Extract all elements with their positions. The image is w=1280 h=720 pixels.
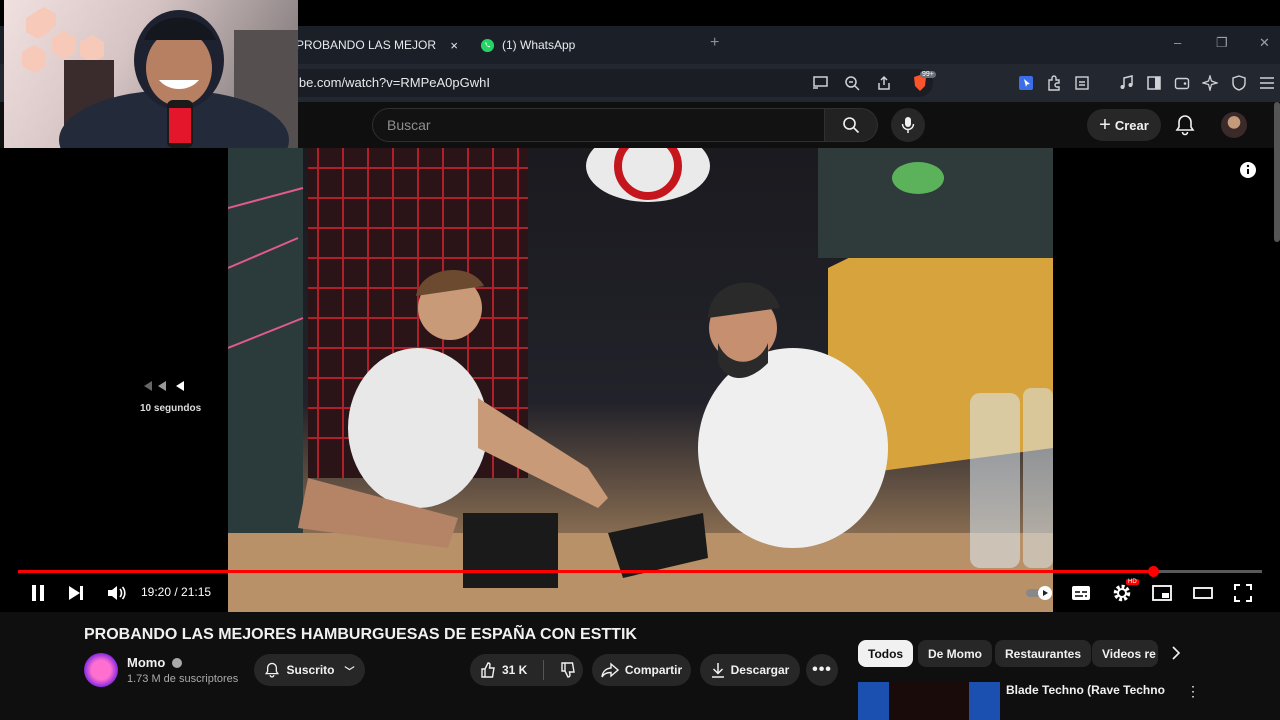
- share-button[interactable]: Compartir: [592, 654, 691, 686]
- url-text[interactable]: tube.com/watch?v=RMPeA0pGwhI: [288, 75, 490, 90]
- download-button[interactable]: Descargar: [700, 654, 800, 686]
- bell-icon: [265, 662, 280, 678]
- seek-handle[interactable]: [1147, 566, 1159, 577]
- skip-label: 10 segundos: [140, 403, 202, 414]
- voice-search-button[interactable]: [891, 108, 925, 142]
- search-input[interactable]: [372, 108, 825, 142]
- next-button[interactable]: [65, 583, 87, 603]
- search-placeholder: Buscar: [387, 117, 431, 133]
- share-page-icon[interactable]: [874, 74, 894, 92]
- close-icon[interactable]: ×: [450, 38, 458, 53]
- subtitles-button[interactable]: [1070, 583, 1092, 603]
- like-count: 31 K: [502, 663, 528, 677]
- subscribed-label: Suscrito: [286, 663, 335, 677]
- fullscreen-button[interactable]: [1232, 583, 1254, 603]
- channel-name-label: Momo: [127, 655, 166, 670]
- extension-cursor-icon[interactable]: [1016, 74, 1036, 92]
- autoplay-toggle[interactable]: [1025, 583, 1055, 603]
- theater-mode-button[interactable]: [1192, 583, 1214, 603]
- dislike-button[interactable]: [560, 662, 576, 678]
- download-label: Descargar: [730, 663, 790, 677]
- search-button[interactable]: [825, 108, 878, 142]
- channel-name[interactable]: Momo: [127, 655, 182, 670]
- tab-youtube[interactable]: PROBANDO LAS MEJORES HA ×: [296, 34, 464, 56]
- miniplayer-icon: [1152, 585, 1172, 601]
- like-dislike-group: 31 K: [470, 654, 583, 686]
- tab-youtube-label: PROBANDO LAS MEJORES HA: [296, 38, 436, 52]
- chip-de-momo[interactable]: De Momo: [918, 640, 992, 667]
- minimize-button[interactable]: –: [1174, 35, 1181, 50]
- new-tab-button[interactable]: +: [710, 34, 719, 52]
- close-window-button[interactable]: ✕: [1259, 35, 1270, 51]
- tab-whatsapp[interactable]: (1) WhatsApp: [480, 34, 680, 56]
- more-vertical-icon[interactable]: ⋮: [1186, 684, 1200, 698]
- plus-icon: +: [1099, 114, 1111, 136]
- sidebar-icon[interactable]: [1144, 74, 1164, 92]
- hd-badge: HD: [1126, 579, 1139, 585]
- microphone-icon: [901, 117, 915, 133]
- subscriber-count: 1.73 M de suscriptores: [127, 673, 239, 685]
- extensions-icon[interactable]: [1044, 74, 1064, 92]
- wallet-icon[interactable]: [1172, 74, 1192, 92]
- webcam-overlay: [4, 0, 298, 148]
- next-icon: [69, 586, 83, 600]
- verified-icon: [171, 658, 182, 668]
- recommendation-thumbnail[interactable]: [858, 682, 1000, 720]
- like-button[interactable]: 31 K: [480, 662, 527, 678]
- restore-button[interactable]: ❐: [1216, 35, 1228, 51]
- share-icon: [601, 662, 619, 678]
- rewind-icon: [142, 380, 186, 392]
- info-icon[interactable]: [1239, 161, 1257, 179]
- thumbs-down-icon: [561, 662, 576, 678]
- chevron-down-icon: ﹀: [344, 666, 355, 678]
- brave-badge: 99+: [920, 71, 936, 78]
- chip-videos[interactable]: Videos re: [1092, 640, 1158, 667]
- user-avatar[interactable]: [1221, 112, 1247, 138]
- divider: [543, 660, 545, 680]
- gear-icon: [1113, 584, 1131, 602]
- time-display: 19:20 / 21:15: [141, 585, 212, 599]
- fullscreen-icon: [1234, 584, 1252, 602]
- thumbs-up-icon: [481, 662, 495, 678]
- pause-button[interactable]: [27, 583, 49, 603]
- zoom-icon[interactable]: [842, 74, 862, 92]
- pause-icon: [32, 585, 44, 601]
- theater-icon: [1193, 587, 1213, 599]
- settings-button[interactable]: HD: [1111, 579, 1139, 603]
- music-icon[interactable]: [1116, 74, 1136, 92]
- video-title: PROBANDO LAS MEJORES HAMBURGUESAS DE ESP…: [84, 626, 637, 643]
- more-actions-button[interactable]: •••: [806, 654, 838, 686]
- reader-icon[interactable]: [1072, 74, 1092, 92]
- create-label: Crear: [1114, 117, 1149, 133]
- whatsapp-icon: [480, 38, 495, 53]
- brave-shields-icon[interactable]: 99+: [906, 71, 936, 92]
- channel-avatar[interactable]: [84, 653, 118, 687]
- create-button[interactable]: + Crear: [1087, 109, 1161, 141]
- seek-bar-played: [18, 570, 1153, 573]
- menu-icon[interactable]: [1257, 74, 1277, 92]
- search-icon: [843, 117, 860, 134]
- recommendation-title[interactable]: Blade Techno (Rave Techno: [1006, 683, 1165, 697]
- notifications-bell-icon[interactable]: [1175, 114, 1195, 136]
- volume-icon: [108, 586, 126, 600]
- miniplayer-button[interactable]: [1151, 583, 1173, 603]
- chip-todos[interactable]: Todos: [858, 640, 914, 667]
- volume-button[interactable]: [105, 583, 127, 603]
- leo-ai-icon[interactable]: [1200, 74, 1220, 92]
- more-horizontal-icon: •••: [812, 661, 832, 678]
- video-frame[interactable]: [228, 148, 1053, 612]
- chevron-right-icon[interactable]: [1169, 645, 1183, 661]
- download-icon: [711, 663, 724, 678]
- page-scrollbar[interactable]: [1274, 102, 1280, 242]
- cast-icon[interactable]: [810, 74, 830, 92]
- share-label: Compartir: [624, 663, 683, 677]
- chip-restaurantes[interactable]: Restaurantes: [995, 640, 1092, 667]
- tab-whatsapp-label: (1) WhatsApp: [502, 38, 576, 52]
- vpn-icon[interactable]: [1229, 74, 1249, 92]
- subtitles-icon: [1072, 586, 1090, 600]
- subscribed-button[interactable]: Suscrito ﹀: [254, 654, 365, 686]
